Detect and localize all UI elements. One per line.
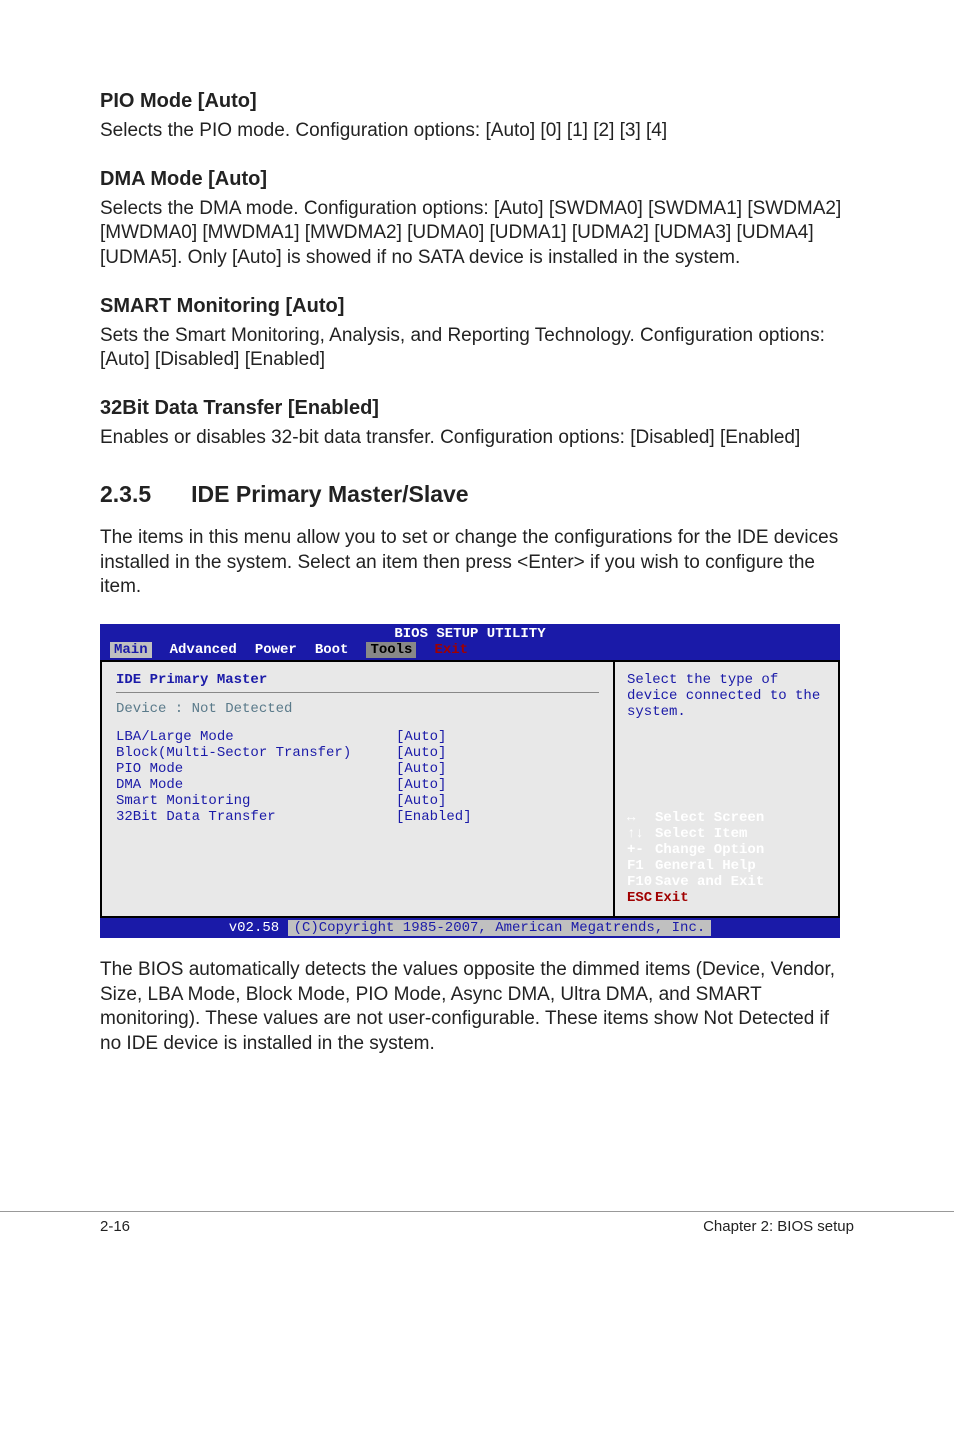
key-ud-icon: ↑↓ [627,826,655,842]
bios-help-text: Select the type of device connected to t… [627,672,826,720]
key-f1-text: General Help [655,858,756,874]
bios-tabs: Main Advanced Power Boot Tools Exit [100,642,840,660]
bios-version: v02.58 [229,920,279,936]
tab-main[interactable]: Main [110,642,152,658]
tab-advanced[interactable]: Advanced [170,642,237,658]
opt-lba[interactable]: LBA/Large Mode [116,729,396,745]
val-lba: [Auto] [396,729,446,745]
heading-smart: SMART Monitoring [Auto] [100,295,854,318]
opt-block[interactable]: Block(Multi-Sector Transfer) [116,745,396,761]
heading-number: 2.3.5 [100,481,151,508]
opt-pio[interactable]: PIO Mode [116,761,396,777]
tab-power[interactable]: Power [255,642,297,658]
bios-header: IDE Primary Master [116,672,599,688]
heading-32bit: 32Bit Data Transfer [Enabled] [100,397,854,420]
val-pio: [Auto] [396,761,446,777]
intro-text: The items in this menu allow you to set … [100,526,854,600]
key-esc-icon: ESC [627,890,655,906]
opt-dma[interactable]: DMA Mode [116,777,396,793]
key-pm-text: Change Option [655,842,764,858]
heading-pio: PIO Mode [Auto] [100,90,854,113]
heading-title: IDE Primary Master/Slave [191,481,468,507]
key-ud-text: Select Item [655,826,747,842]
bios-copyright: (C)Copyright 1985-2007, American Megatre… [288,920,712,936]
tab-tools[interactable]: Tools [366,642,416,658]
bios-footer: v02.58 (C)Copyright 1985-2007, American … [100,918,840,938]
val-32bit: [Enabled] [396,809,472,825]
text-pio: Selects the PIO mode. Configuration opti… [100,119,854,144]
key-lr-icon: ↔ [627,810,655,826]
outro-text: The BIOS automatically detects the value… [100,958,854,1057]
key-lr-text: Select Screen [655,810,764,826]
page-number: 2-16 [100,1218,130,1235]
key-f10-icon: F10 [627,874,655,890]
tab-exit[interactable]: Exit [434,642,468,658]
bios-right-pane: Select the type of device connected to t… [615,660,840,918]
val-dma: [Auto] [396,777,446,793]
key-esc-text: Exit [655,890,689,906]
chapter-label: Chapter 2: BIOS setup [703,1218,854,1235]
val-smart: [Auto] [396,793,446,809]
opt-32bit[interactable]: 32Bit Data Transfer [116,809,396,825]
key-f1-icon: F1 [627,858,655,874]
bios-setup-box: BIOS SETUP UTILITY Main Advanced Power B… [100,624,840,938]
bios-left-pane: IDE Primary Master Device : Not Detected… [100,660,615,918]
text-smart: Sets the Smart Monitoring, Analysis, and… [100,324,854,373]
heading-2-3-5: 2.3.5 IDE Primary Master/Slave [100,481,854,508]
page-footer: 2-16 Chapter 2: BIOS setup [0,1211,954,1275]
tab-boot[interactable]: Boot [315,642,349,658]
val-block: [Auto] [396,745,446,761]
text-dma: Selects the DMA mode. Configuration opti… [100,197,854,271]
text-32bit: Enables or disables 32-bit data transfer… [100,426,854,451]
heading-dma: DMA Mode [Auto] [100,168,854,191]
bios-title: BIOS SETUP UTILITY [100,624,840,642]
key-f10-text: Save and Exit [655,874,764,890]
key-pm-icon: +- [627,842,655,858]
opt-smart[interactable]: Smart Monitoring [116,793,396,809]
bios-device-line: Device : Not Detected [116,701,599,717]
